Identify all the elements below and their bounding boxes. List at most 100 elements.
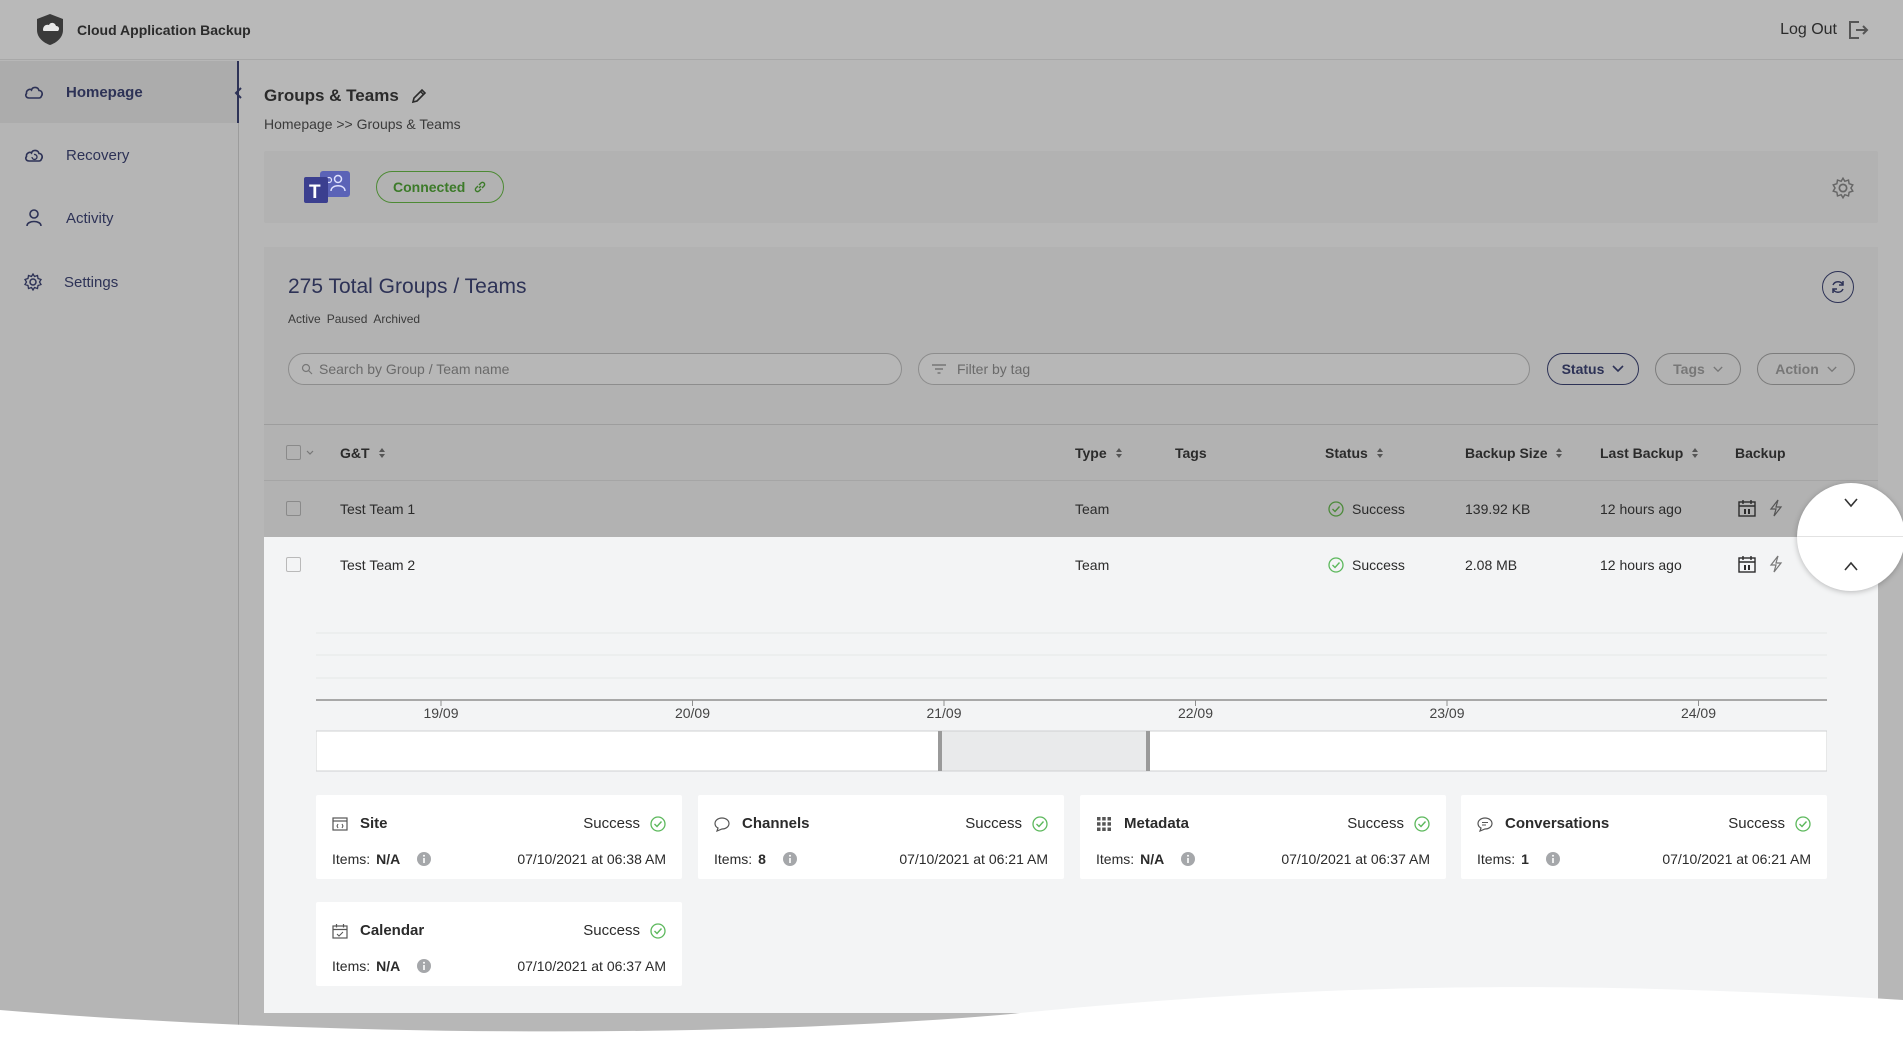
sidebar-item-label: Homepage bbox=[66, 83, 143, 101]
column-header-label: Type bbox=[1075, 445, 1107, 461]
detail-items-value: N/A bbox=[1140, 851, 1165, 867]
edit-pencil-icon[interactable] bbox=[411, 88, 427, 104]
svg-text:T: T bbox=[309, 182, 321, 203]
info-icon[interactable] bbox=[416, 958, 432, 974]
connected-status-badge[interactable]: Connected bbox=[376, 171, 505, 203]
row-status-text: Success bbox=[1352, 501, 1405, 517]
info-icon[interactable] bbox=[1180, 851, 1196, 867]
column-header-gt[interactable]: G&T bbox=[340, 445, 386, 461]
column-header-backup-size[interactable]: Backup Size bbox=[1465, 445, 1563, 461]
detail-items-label: Items: bbox=[714, 851, 753, 867]
refresh-button[interactable] bbox=[1822, 271, 1854, 303]
row-checkbox[interactable] bbox=[286, 501, 301, 516]
info-icon[interactable] bbox=[782, 851, 798, 867]
detail-items-value: 1 bbox=[1521, 851, 1529, 867]
success-check-icon bbox=[1795, 815, 1811, 832]
detail-title-text: Conversations bbox=[1505, 815, 1610, 832]
connection-settings-gear-icon[interactable] bbox=[1832, 177, 1854, 199]
row-status: Success bbox=[1328, 481, 1405, 537]
column-header-backup: Backup bbox=[1735, 445, 1786, 461]
chat-bubble-icon bbox=[714, 816, 730, 832]
column-header-label: G&T bbox=[340, 445, 370, 461]
row-name[interactable]: Test Team 1 bbox=[340, 481, 415, 537]
row-size: 2.08 MB bbox=[1465, 557, 1518, 573]
table-separator bbox=[264, 424, 1878, 425]
detail-status: Success bbox=[965, 815, 1048, 832]
detail-items: Items: 8 bbox=[714, 851, 798, 867]
schedule-calendar-icon[interactable] bbox=[1738, 499, 1756, 517]
sidebar-item-activity[interactable]: Activity bbox=[0, 187, 239, 249]
sidebar-item-homepage[interactable]: Homepage bbox=[0, 61, 239, 123]
action-dropdown-label: Action bbox=[1775, 361, 1819, 377]
detail-items: Items: 1 bbox=[1477, 851, 1561, 867]
sort-icon bbox=[1376, 448, 1383, 458]
expand-toggle-divider bbox=[1797, 536, 1903, 537]
logout-button[interactable]: Log Out bbox=[1780, 20, 1869, 40]
app-title: Cloud Application Backup bbox=[77, 22, 251, 38]
info-icon[interactable] bbox=[1545, 851, 1561, 867]
action-dropdown-button[interactable]: Action bbox=[1757, 353, 1855, 385]
timeline-gridlines bbox=[316, 632, 1827, 701]
column-header-label: Backup Size bbox=[1465, 445, 1548, 461]
filter-icon bbox=[932, 364, 946, 374]
logout-icon bbox=[1849, 21, 1869, 39]
chevron-up-icon[interactable] bbox=[1844, 561, 1858, 571]
row-checkbox[interactable] bbox=[286, 557, 301, 572]
detail-items-value: N/A bbox=[376, 958, 401, 974]
status-dropdown-button[interactable]: Status bbox=[1547, 353, 1639, 385]
detail-status-text: Success bbox=[1728, 815, 1785, 832]
breadcrumb[interactable]: Homepage >> Groups & Teams bbox=[264, 116, 461, 132]
backup-now-bolt-icon[interactable] bbox=[1769, 555, 1783, 573]
app-logo-icon bbox=[37, 14, 63, 45]
column-header-type[interactable]: Type bbox=[1075, 445, 1123, 461]
filter-active[interactable]: Active bbox=[288, 312, 321, 326]
info-icon[interactable] bbox=[416, 851, 432, 867]
column-header-last-backup[interactable]: Last Backup bbox=[1600, 445, 1699, 461]
range-handle-right[interactable] bbox=[1146, 731, 1150, 771]
sidebar-item-settings[interactable]: Settings bbox=[0, 251, 239, 313]
detail-status: Success bbox=[583, 922, 666, 939]
site-icon bbox=[332, 816, 348, 831]
search-icon bbox=[301, 363, 313, 375]
detail-card-conversations: Conversations Success Items: 1 07/10/202… bbox=[1461, 795, 1827, 879]
sidebar-item-recovery[interactable]: Recovery bbox=[0, 124, 239, 186]
detail-status: Success bbox=[583, 815, 666, 832]
select-all-checkbox[interactable] bbox=[286, 445, 301, 460]
column-header-status[interactable]: Status bbox=[1325, 445, 1384, 461]
row-name[interactable]: Test Team 2 bbox=[340, 537, 415, 593]
detail-card-site: Site Success Items: N/A 07/10/2021 at 06… bbox=[316, 795, 682, 879]
range-handle-left[interactable] bbox=[938, 731, 942, 771]
detail-items-value: 8 bbox=[758, 851, 766, 867]
grid-icon bbox=[1097, 816, 1111, 831]
timeline-selected-range[interactable] bbox=[939, 730, 1149, 772]
row-type: Team bbox=[1075, 501, 1110, 517]
chevron-down-icon[interactable] bbox=[306, 450, 314, 456]
row-status: Success bbox=[1328, 537, 1405, 593]
link-icon bbox=[475, 181, 486, 193]
collapse-sidebar-icon[interactable] bbox=[231, 85, 247, 101]
detail-card-title: Conversations bbox=[1477, 815, 1609, 832]
detail-items: Items: N/A bbox=[332, 958, 432, 974]
timeline-tick-label: 22/09 bbox=[1178, 705, 1213, 721]
timeline-tick-label: 21/09 bbox=[926, 705, 961, 721]
detail-status-text: Success bbox=[583, 815, 640, 832]
sidebar-item-label: Activity bbox=[66, 209, 114, 227]
chevron-down-icon[interactable] bbox=[1844, 498, 1858, 508]
filter-archived[interactable]: Archived bbox=[373, 312, 420, 326]
teams-logo-icon: T bbox=[304, 171, 350, 203]
schedule-calendar-icon[interactable] bbox=[1738, 555, 1756, 573]
table-row[interactable]: Test Team 2 Team Success 2.08 MB 12 hour… bbox=[264, 537, 1878, 593]
table-row[interactable]: Test Team 1 Team Success 139.92 KB 12 ho… bbox=[264, 481, 1878, 537]
tag-filter-input[interactable]: Filter by tag bbox=[918, 353, 1530, 385]
backup-timeline-chart[interactable]: 19/09 20/09 21/09 22/09 23/09 24/09 bbox=[316, 615, 1827, 775]
detail-items-label: Items: bbox=[332, 958, 371, 974]
search-input[interactable]: Search by Group / Team name bbox=[288, 353, 902, 385]
success-check-icon bbox=[650, 922, 666, 939]
detail-date: 07/10/2021 at 06:37 AM bbox=[517, 958, 666, 974]
detail-status-text: Success bbox=[1347, 815, 1404, 832]
logout-label: Log Out bbox=[1780, 21, 1837, 38]
filter-paused[interactable]: Paused bbox=[327, 312, 368, 326]
tags-dropdown-button[interactable]: Tags bbox=[1655, 353, 1741, 385]
backup-now-bolt-icon[interactable] bbox=[1769, 499, 1783, 517]
row-type: Team bbox=[1075, 557, 1110, 573]
